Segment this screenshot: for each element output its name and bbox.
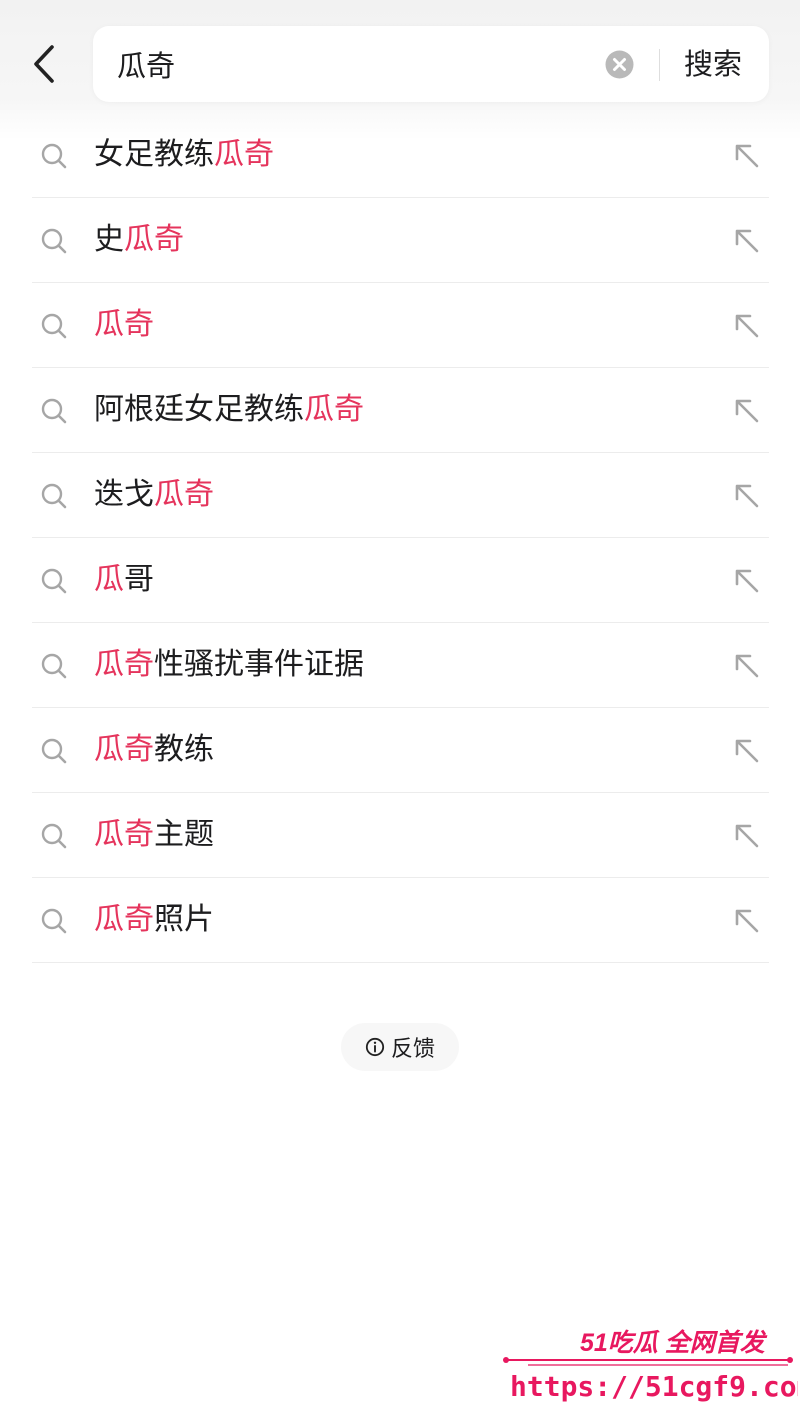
suggestion-text: 瓜奇 (94, 303, 154, 347)
search-icon (41, 313, 67, 339)
suggestion-text: 迭戈瓜奇 (94, 473, 214, 517)
search-input[interactable] (117, 40, 587, 88)
suggestion-text: 瓜奇主题 (94, 813, 214, 857)
back-button[interactable] (18, 34, 70, 94)
suggestion-item[interactable]: 迭戈瓜奇 (32, 453, 769, 538)
suggestion-text-highlight: 瓜 (94, 562, 124, 597)
suggestion-text-highlight: 瓜奇 (304, 392, 364, 427)
suggestion-item[interactable]: 女足教练瓜奇 (32, 113, 769, 198)
suggestion-text-before: 迭戈 (94, 477, 154, 512)
arrow-up-left-icon[interactable] (733, 482, 761, 510)
suggestion-text-highlight: 瓜奇 (124, 222, 184, 257)
suggestion-item[interactable]: 瓜奇主题 (32, 793, 769, 878)
search-button[interactable]: 搜索 (675, 40, 751, 88)
search-icon (41, 568, 67, 594)
search-icon (41, 653, 67, 679)
search-icon (41, 483, 67, 509)
info-circle-icon (365, 1037, 385, 1057)
suggestion-text-after: 主题 (154, 817, 214, 852)
search-divider (659, 49, 660, 81)
arrow-up-left-icon[interactable] (733, 397, 761, 425)
suggestion-item[interactable]: 瓜奇教练 (32, 708, 769, 793)
suggestion-item[interactable]: 瓜奇性骚扰事件证据 (32, 623, 769, 708)
suggestion-text: 瓜奇照片 (94, 898, 214, 942)
suggestion-text-highlight: 瓜奇 (154, 477, 214, 512)
feedback-button[interactable]: 反馈 (341, 1023, 459, 1071)
suggestion-list: 女足教练瓜奇 史瓜奇 瓜奇 阿根廷女足教练瓜奇 迭戈瓜奇 瓜哥 瓜奇性骚扰事件证据 瓜奇教练瓜… (32, 113, 769, 963)
suggestion-item[interactable]: 瓜哥 (32, 538, 769, 623)
suggestion-item[interactable]: 阿根廷女足教练瓜奇 (32, 368, 769, 453)
suggestion-text-after: 哥 (124, 562, 154, 597)
suggestion-item[interactable]: 瓜奇 (32, 283, 769, 368)
suggestion-text-highlight: 瓜奇 (214, 137, 274, 172)
search-box: 搜索 (93, 26, 769, 102)
search-icon (41, 823, 67, 849)
suggestion-text-after: 性骚扰事件证据 (154, 647, 364, 682)
search-icon (41, 398, 67, 424)
suggestion-text-highlight: 瓜奇 (94, 817, 154, 852)
search-icon (41, 738, 67, 764)
arrow-up-left-icon[interactable] (733, 652, 761, 680)
watermark-url: https://51cgf9.com (510, 1370, 798, 1403)
search-header: 搜索 (0, 0, 800, 130)
arrow-up-left-icon[interactable] (733, 737, 761, 765)
arrow-up-left-icon[interactable] (733, 907, 761, 935)
suggestion-text: 瓜哥 (94, 558, 154, 602)
suggestion-text: 瓜奇教练 (94, 728, 214, 772)
suggestion-item[interactable]: 瓜奇照片 (32, 878, 769, 963)
suggestion-text: 史瓜奇 (94, 218, 184, 262)
suggestion-text: 阿根廷女足教练瓜奇 (94, 388, 364, 432)
search-icon (41, 228, 67, 254)
watermark-brand: 51吃瓜 全网首发 (580, 1329, 768, 1357)
suggestion-text-highlight: 瓜奇 (94, 902, 154, 937)
suggestion-text-after: 教练 (154, 732, 214, 767)
arrow-up-left-icon[interactable] (733, 142, 761, 170)
chevron-left-icon (34, 45, 54, 83)
search-icon (41, 908, 67, 934)
arrow-up-left-icon[interactable] (733, 567, 761, 595)
suggestion-text-highlight: 瓜奇 (94, 732, 154, 767)
clear-button[interactable] (605, 50, 634, 79)
watermark-logo: 51吃瓜 全网首发 https://51cgf9.com (503, 1329, 798, 1403)
suggestion-text-highlight: 瓜奇 (94, 307, 154, 342)
suggestion-item[interactable]: 史瓜奇 (32, 198, 769, 283)
search-icon (41, 143, 67, 169)
suggestion-text-after: 照片 (154, 902, 214, 937)
arrow-up-left-icon[interactable] (733, 312, 761, 340)
suggestion-text: 瓜奇性骚扰事件证据 (94, 643, 364, 687)
suggestion-text-before: 史 (94, 222, 124, 257)
feedback-label: 反馈 (390, 1037, 435, 1062)
clear-circle-icon (605, 50, 634, 79)
arrow-up-left-icon[interactable] (733, 227, 761, 255)
suggestion-text: 女足教练瓜奇 (94, 133, 274, 177)
arrow-up-left-icon[interactable] (733, 822, 761, 850)
suggestion-text-highlight: 瓜奇 (94, 647, 154, 682)
suggestion-text-before: 阿根廷女足教练 (94, 392, 304, 427)
suggestion-text-before: 女足教练 (94, 137, 214, 172)
